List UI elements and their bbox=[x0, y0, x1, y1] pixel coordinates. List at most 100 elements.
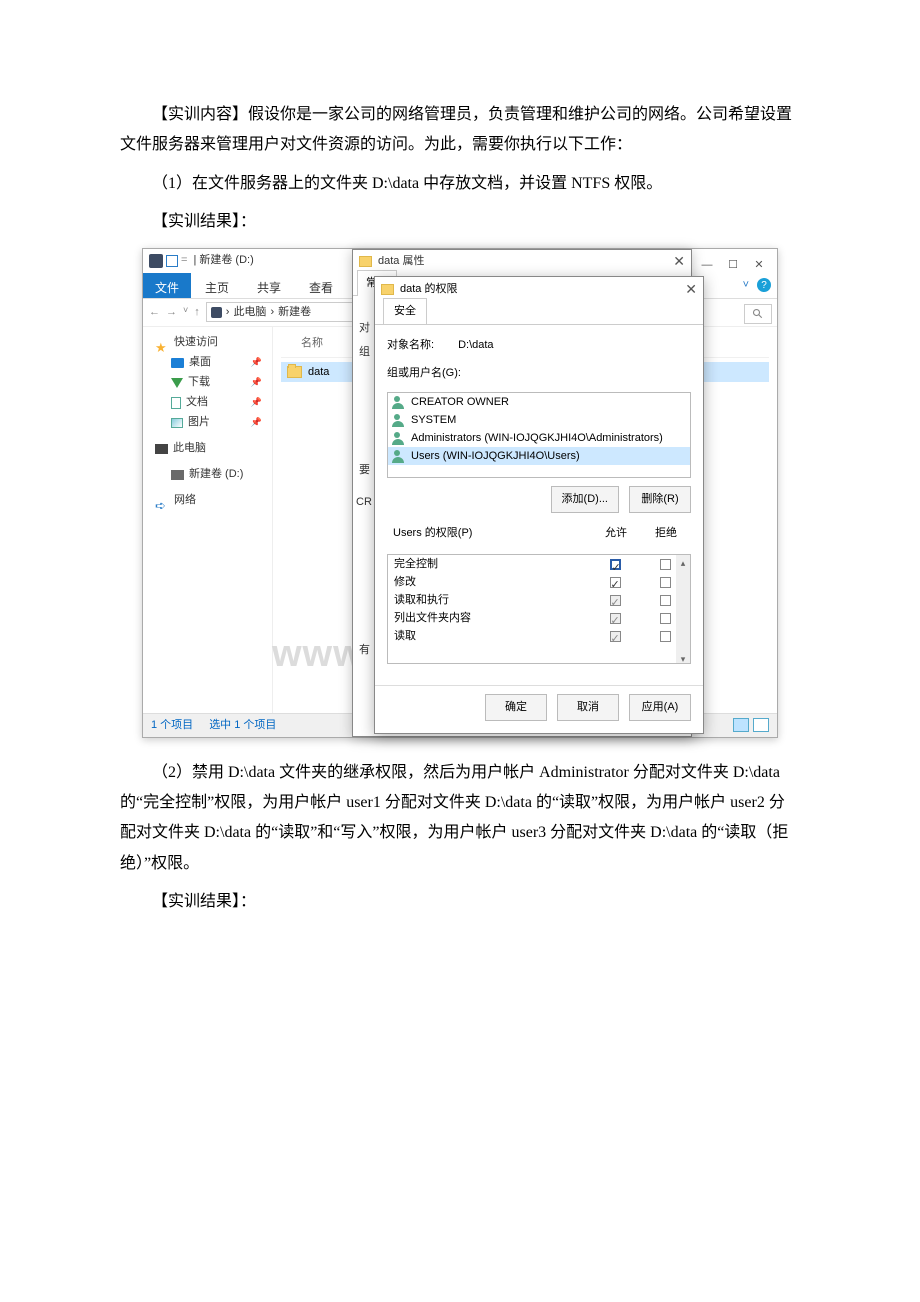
col-deny: 拒绝 bbox=[641, 521, 691, 546]
scrollbar[interactable]: ▴▾ bbox=[676, 555, 690, 663]
bc-drive[interactable]: 新建卷 bbox=[278, 302, 311, 323]
tab-file[interactable]: 文件 bbox=[143, 273, 191, 298]
qat-sep: = bbox=[181, 250, 187, 271]
deny-checkbox[interactable] bbox=[660, 631, 671, 642]
cut-label-yao: 要 bbox=[359, 460, 370, 481]
ribbon-chevron-icon[interactable]: ˅ bbox=[743, 275, 749, 296]
help-icon[interactable]: ? bbox=[757, 278, 771, 292]
deny-checkbox[interactable] bbox=[660, 559, 671, 570]
object-name-label: 对象名称: bbox=[387, 335, 434, 356]
folder-icon bbox=[381, 284, 394, 295]
perm-row: 列出文件夹内容 bbox=[388, 609, 690, 627]
nav-pane: ★快速访问 桌面📌 下载📌 文档📌 图片📌 此电脑 新建卷 (D:) ➪网络 bbox=[143, 327, 273, 713]
maximize-button[interactable]: ☐ bbox=[727, 255, 739, 267]
breadcrumb[interactable]: › 此电脑 › 新建卷 bbox=[206, 302, 366, 322]
explorer-title-text: | 新建卷 (D:) bbox=[193, 250, 253, 271]
status-count: 1 个项目 bbox=[151, 715, 193, 736]
user-icon bbox=[392, 450, 405, 463]
bc-pc[interactable]: 此电脑 bbox=[233, 302, 266, 323]
nav-thispc[interactable]: 此电脑 bbox=[147, 439, 268, 459]
apply-button[interactable]: 应用(A) bbox=[629, 694, 691, 721]
status-selection: 选中 1 个项目 bbox=[209, 715, 276, 736]
deny-checkbox[interactable] bbox=[660, 613, 671, 624]
remove-button[interactable]: 删除(R) bbox=[629, 486, 691, 513]
tab-share[interactable]: 共享 bbox=[243, 273, 295, 298]
user-icon bbox=[392, 396, 405, 409]
close-icon[interactable]: ✕ bbox=[685, 276, 697, 303]
cancel-button[interactable]: 取消 bbox=[557, 694, 619, 721]
user-icon bbox=[392, 414, 405, 427]
nav-downloads[interactable]: 下载📌 bbox=[147, 373, 268, 393]
network-icon: ➪ bbox=[155, 494, 169, 508]
scroll-down-icon[interactable]: ▾ bbox=[676, 651, 690, 663]
perm-row: 读取 bbox=[388, 627, 690, 645]
object-name-value: D:\data bbox=[458, 335, 493, 356]
nav-history-icon[interactable]: ˅ bbox=[183, 302, 188, 323]
para-step2: （2）禁用 D:\data 文件夹的继承权限，然后为用户帐户 Administr… bbox=[120, 758, 800, 880]
nav-back-icon[interactable]: ← bbox=[149, 302, 160, 323]
screenshot-1: www.bdocx.com = | 新建卷 (D:) — ☐ ✕ 文件 主页 共… bbox=[142, 248, 778, 738]
add-button[interactable]: 添加(D)... bbox=[551, 486, 619, 513]
col-allow: 允许 bbox=[591, 521, 641, 546]
close-button[interactable]: ✕ bbox=[753, 255, 765, 267]
close-icon[interactable]: ✕ bbox=[673, 248, 685, 275]
search-input[interactable] bbox=[744, 304, 772, 324]
bc-drive-icon bbox=[211, 307, 222, 318]
download-icon bbox=[171, 378, 183, 388]
allow-checkbox[interactable] bbox=[610, 559, 621, 570]
user-users[interactable]: Users (WIN-IOJQGKJHI4O\Users) bbox=[388, 447, 690, 465]
user-icon bbox=[392, 432, 405, 445]
allow-checkbox[interactable] bbox=[610, 577, 621, 588]
para-step1: （1）在文件服务器上的文件夹 D:\data 中存放文档，并设置 NTFS 权限… bbox=[120, 169, 800, 199]
nav-up-icon[interactable]: ↑ bbox=[194, 302, 200, 323]
scroll-up-icon[interactable]: ▴ bbox=[676, 555, 690, 567]
pc-icon bbox=[155, 444, 168, 454]
view-details-icon[interactable] bbox=[733, 718, 749, 732]
perm-name: 读取 bbox=[388, 626, 590, 647]
para-result2-label: 【实训结果】： bbox=[120, 887, 800, 917]
ok-button[interactable]: 确定 bbox=[485, 694, 547, 721]
user-administrators[interactable]: Administrators (WIN-IOJQGKJHI4O\Administ… bbox=[388, 429, 690, 447]
bc-sep: › bbox=[226, 302, 230, 323]
deny-checkbox[interactable] bbox=[660, 595, 671, 606]
perm-row: 读取和执行 bbox=[388, 591, 690, 609]
drive-icon bbox=[171, 470, 184, 480]
allow-checkbox[interactable] bbox=[610, 631, 621, 642]
user-system[interactable]: SYSTEM bbox=[388, 411, 690, 429]
user-list[interactable]: CREATOR OWNER SYSTEM Administrators (WIN… bbox=[387, 392, 691, 478]
tab-view[interactable]: 查看 bbox=[295, 273, 347, 298]
picture-icon bbox=[171, 418, 183, 428]
nav-quickaccess[interactable]: ★快速访问 bbox=[147, 333, 268, 353]
folder-label: data bbox=[308, 362, 329, 383]
deny-checkbox[interactable] bbox=[660, 577, 671, 588]
para-intro: 【实训内容】假设你是一家公司的网络管理员，负责管理和维护公司的网络。公司希望设置… bbox=[120, 100, 800, 161]
star-icon: ★ bbox=[155, 336, 169, 350]
perm-row: 完全控制 bbox=[388, 555, 690, 573]
user-creator-owner[interactable]: CREATOR OWNER bbox=[388, 393, 690, 411]
perms-label: Users 的权限(P) bbox=[387, 521, 591, 546]
cut-label-you: 有 bbox=[359, 640, 370, 661]
para-result1-label: 【实训结果】： bbox=[120, 207, 800, 237]
tab-home[interactable]: 主页 bbox=[191, 273, 243, 298]
nav-desktop[interactable]: 桌面📌 bbox=[147, 353, 268, 373]
properties-titlebar: data 属性 ✕ bbox=[353, 250, 691, 274]
drive-icon bbox=[149, 254, 163, 268]
permissions-header: Users 的权限(P) 允许 拒绝 bbox=[387, 521, 691, 546]
nav-fwd-icon[interactable]: → bbox=[166, 302, 177, 323]
tab-security[interactable]: 安全 bbox=[383, 298, 427, 324]
nav-documents[interactable]: 文档📌 bbox=[147, 393, 268, 413]
allow-checkbox[interactable] bbox=[610, 595, 621, 606]
folder-icon bbox=[359, 256, 372, 267]
allow-checkbox[interactable] bbox=[610, 613, 621, 624]
nav-drive-d[interactable]: 新建卷 (D:) bbox=[147, 465, 268, 485]
nav-pictures[interactable]: 图片📌 bbox=[147, 413, 268, 433]
pin-icon: 📌 bbox=[251, 374, 262, 391]
nav-network[interactable]: ➪网络 bbox=[147, 491, 268, 511]
permissions-table: ▴▾ 完全控制修改读取和执行列出文件夹内容读取 bbox=[387, 554, 691, 664]
cut-label-zu: 组 bbox=[359, 342, 370, 363]
view-large-icon[interactable] bbox=[753, 718, 769, 732]
desktop-icon bbox=[171, 358, 184, 368]
doc-icon bbox=[171, 397, 181, 409]
minimize-button[interactable]: — bbox=[701, 255, 713, 267]
pin-icon: 📌 bbox=[251, 394, 262, 411]
